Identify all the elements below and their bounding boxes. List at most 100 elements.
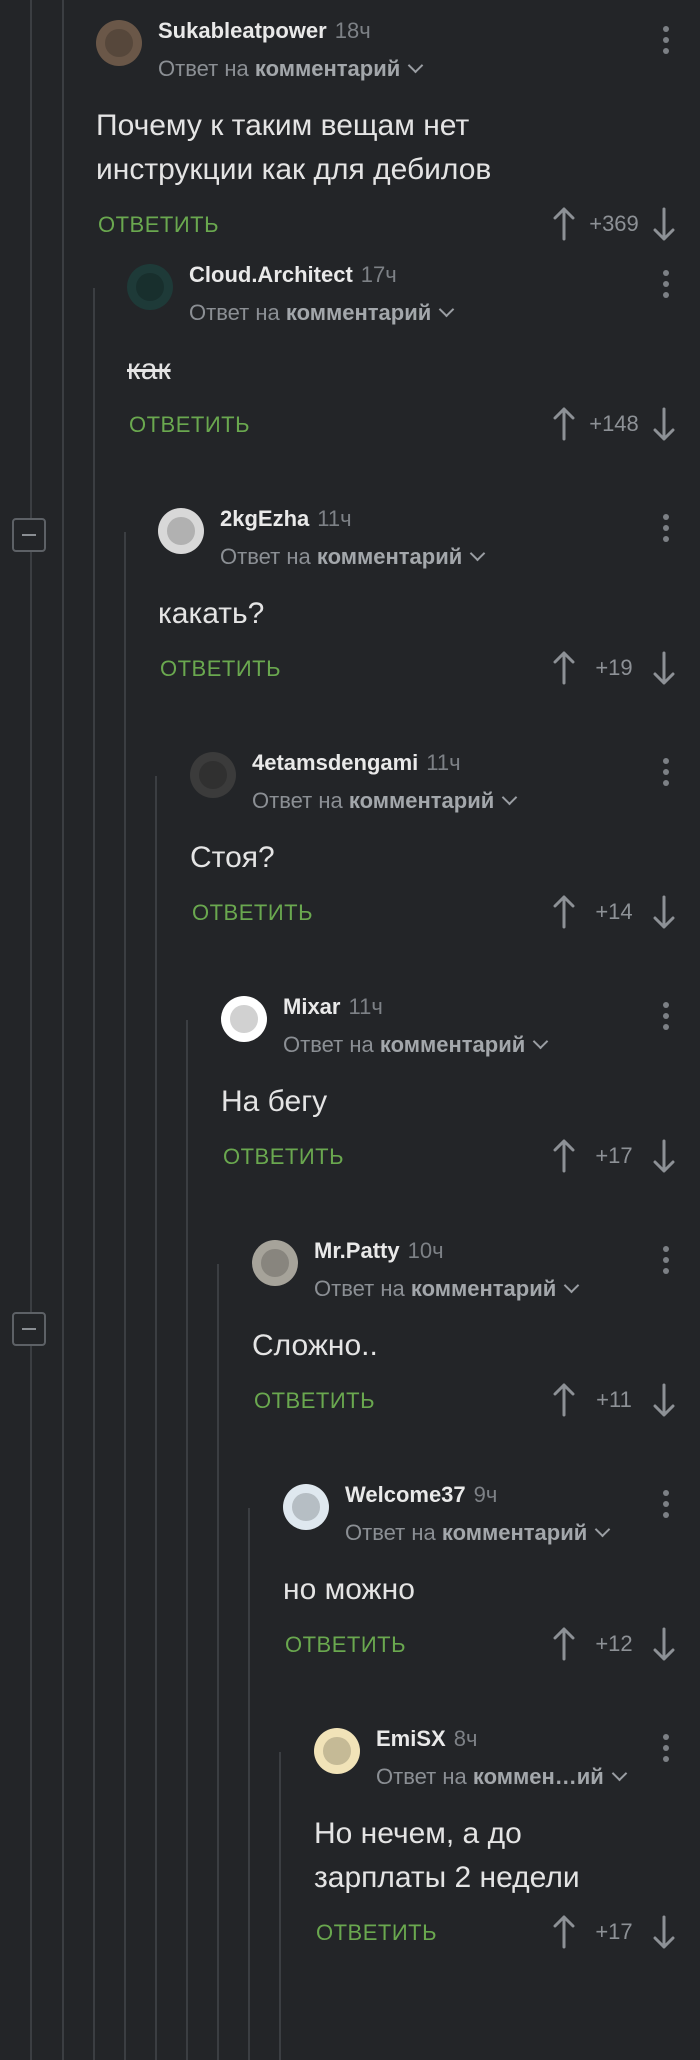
more-options-icon[interactable] — [662, 1490, 670, 1520]
chevron-down-icon[interactable] — [611, 1765, 628, 1782]
username-text[interactable]: 4etamsdengami — [252, 750, 418, 775]
reply-to-target[interactable]: комментарий — [411, 1276, 556, 1301]
avatar-image — [167, 517, 195, 545]
chevron-down-icon[interactable] — [439, 301, 455, 318]
username[interactable]: Sukableatpower 18ч — [158, 18, 371, 44]
comment-time: 8ч — [453, 1726, 478, 1751]
more-options-icon[interactable] — [662, 26, 670, 56]
user-avatar[interactable] — [96, 20, 142, 66]
upvote-arrow-icon[interactable] — [552, 1139, 576, 1173]
reply-button[interactable]: ОТВЕТИТЬ — [223, 1144, 344, 1170]
chevron-down-icon[interactable] — [533, 1033, 549, 1050]
username[interactable]: EmiSX 8ч — [376, 1726, 477, 1752]
user-avatar[interactable] — [127, 264, 173, 310]
vote-controls: +14 — [552, 892, 676, 932]
reply-to[interactable]: Ответ на комментарий — [345, 1520, 611, 1546]
reply-button[interactable]: ОТВЕТИТЬ — [285, 1632, 406, 1658]
reply-to-target[interactable]: комментарий — [317, 544, 462, 569]
reply-to[interactable]: Ответ на комментарий — [220, 544, 486, 570]
upvote-arrow-icon[interactable] — [552, 651, 576, 685]
reply-to-prefix: Ответ на — [345, 1520, 436, 1545]
reply-to[interactable]: Ответ на комментарий — [158, 56, 424, 82]
avatar-image — [292, 1493, 320, 1521]
reply-to[interactable]: Ответ на комментарий — [314, 1276, 580, 1302]
username-text[interactable]: EmiSX — [376, 1726, 446, 1751]
comment-time: 11ч — [317, 506, 352, 531]
user-avatar[interactable] — [158, 508, 204, 554]
user-avatar[interactable] — [190, 752, 236, 798]
more-options-icon[interactable] — [662, 1734, 670, 1764]
downvote-arrow-icon[interactable] — [652, 207, 676, 241]
chevron-down-icon[interactable] — [408, 57, 424, 74]
reply-to[interactable]: Ответ на комментарий — [189, 300, 455, 326]
more-options-icon[interactable] — [662, 758, 670, 788]
reply-button[interactable]: ОТВЕТИТЬ — [129, 412, 250, 438]
reply-to[interactable]: Ответ на коммен…ий — [376, 1764, 628, 1790]
comment-text-line: зарплаты 2 недели — [314, 1861, 580, 1894]
upvote-arrow-icon[interactable] — [552, 207, 576, 241]
avatar-image — [323, 1737, 351, 1765]
user-avatar[interactable] — [221, 996, 267, 1042]
downvote-arrow-icon[interactable] — [652, 1915, 676, 1949]
comment-text-line: как — [127, 353, 171, 386]
username[interactable]: 4etamsdengami 11ч — [252, 750, 461, 776]
reply-button[interactable]: ОТВЕТИТЬ — [160, 656, 281, 682]
reply-button[interactable]: ОТВЕТИТЬ — [192, 900, 313, 926]
downvote-arrow-icon[interactable] — [652, 1139, 676, 1173]
upvote-arrow-icon[interactable] — [552, 1383, 576, 1417]
username[interactable]: 2kgEzha 11ч — [220, 506, 352, 532]
reply-to-target[interactable]: комментарий — [286, 300, 431, 325]
reply-to-prefix: Ответ на — [252, 788, 343, 813]
reply-button[interactable]: ОТВЕТИТЬ — [254, 1388, 375, 1414]
user-avatar[interactable] — [314, 1728, 360, 1774]
reply-to-target[interactable]: комментарий — [349, 788, 494, 813]
reply-to[interactable]: Ответ на комментарий — [252, 788, 518, 814]
chevron-down-icon[interactable] — [470, 545, 486, 562]
reply-to-target[interactable]: комментарий — [442, 1520, 587, 1545]
upvote-arrow-icon[interactable] — [552, 407, 576, 441]
username-text[interactable]: Cloud.Architect — [189, 262, 353, 287]
reply-button[interactable]: ОТВЕТИТЬ — [98, 212, 219, 238]
reply-to[interactable]: Ответ на комментарий — [283, 1032, 549, 1058]
thread-line — [93, 288, 95, 2060]
username[interactable]: Mixar 11ч — [283, 994, 383, 1020]
downvote-arrow-icon[interactable] — [652, 895, 676, 929]
downvote-arrow-icon[interactable] — [652, 651, 676, 685]
upvote-arrow-icon[interactable] — [552, 1915, 576, 1949]
downvote-arrow-icon[interactable] — [652, 1383, 676, 1417]
username-text[interactable]: Welcome37 — [345, 1482, 466, 1507]
downvote-arrow-icon[interactable] — [652, 1627, 676, 1661]
user-avatar[interactable] — [283, 1484, 329, 1530]
user-avatar[interactable] — [252, 1240, 298, 1286]
more-options-icon[interactable] — [662, 514, 670, 544]
reply-button[interactable]: ОТВЕТИТЬ — [316, 1920, 437, 1946]
username[interactable]: Cloud.Architect 17ч — [189, 262, 397, 288]
comment-text-line: Но нечем, а до — [314, 1817, 522, 1850]
more-options-icon[interactable] — [662, 1246, 670, 1276]
downvote-arrow-icon[interactable] — [652, 407, 676, 441]
username[interactable]: Mr.Patty 10ч — [314, 1238, 444, 1264]
chevron-down-icon[interactable] — [595, 1521, 611, 1538]
comment-time: 18ч — [334, 18, 371, 43]
vote-controls: +11 — [552, 1380, 676, 1420]
reply-to-target[interactable]: комментарий — [255, 56, 400, 81]
username-text[interactable]: Sukableatpower — [158, 18, 327, 43]
username-text[interactable]: Mixar — [283, 994, 340, 1019]
thread-line — [248, 1508, 250, 2060]
username-text[interactable]: Mr.Patty — [314, 1238, 400, 1263]
comment-text-line: какать? — [158, 597, 265, 630]
reply-to-target[interactable]: коммен…ий — [473, 1764, 604, 1789]
reply-to-target[interactable]: комментарий — [380, 1032, 525, 1057]
chevron-down-icon[interactable] — [502, 789, 518, 806]
upvote-arrow-icon[interactable] — [552, 895, 576, 929]
username[interactable]: Welcome37 9ч — [345, 1482, 497, 1508]
more-options-icon[interactable] — [662, 1002, 670, 1032]
collapse-thread-button[interactable] — [12, 518, 46, 552]
more-options-icon[interactable] — [662, 270, 670, 300]
collapse-thread-button[interactable] — [12, 1312, 46, 1346]
upvote-arrow-icon[interactable] — [552, 1627, 576, 1661]
username-text[interactable]: 2kgEzha — [220, 506, 309, 531]
chevron-down-icon[interactable] — [564, 1277, 580, 1294]
comment-text: Сложно.. — [252, 1324, 378, 1368]
thread-line — [155, 776, 157, 2060]
